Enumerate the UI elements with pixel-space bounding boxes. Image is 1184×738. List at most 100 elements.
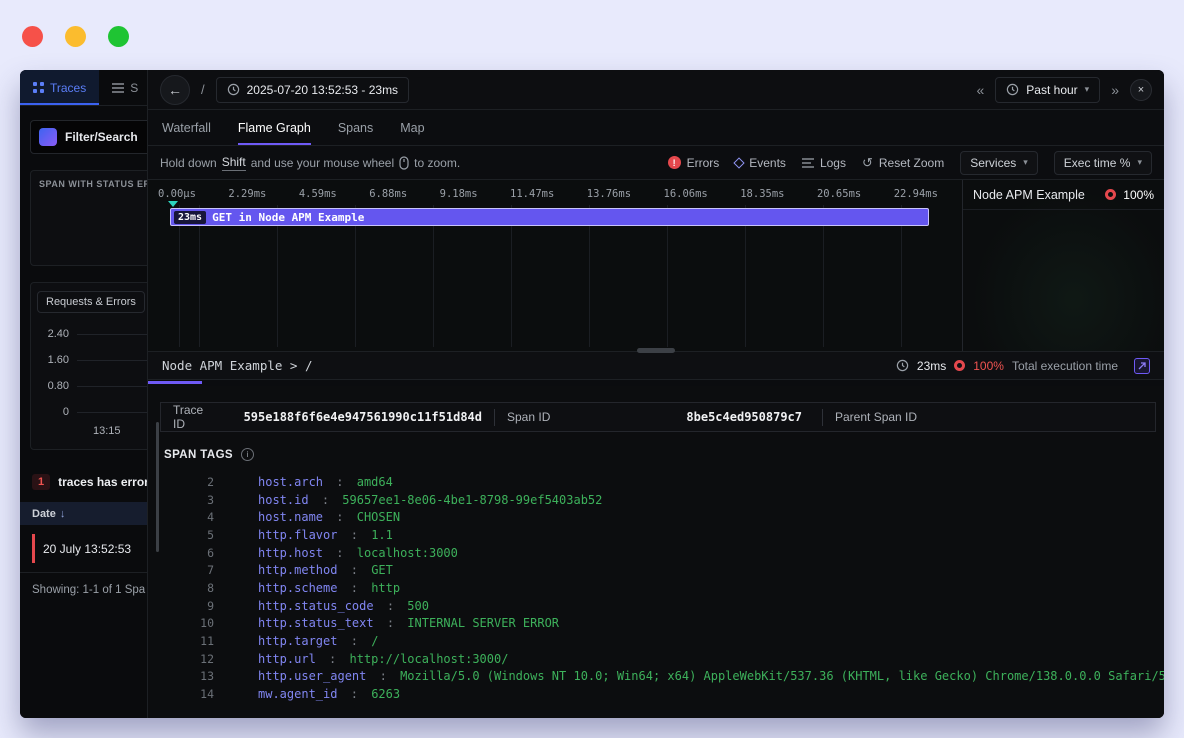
close-trace-button[interactable]: × [1130,79,1152,101]
sidebar-tab-traces[interactable]: Traces [20,70,99,105]
tag-row[interactable]: 7 http.method : GET [148,561,1164,579]
tag-row[interactable]: 3 host.id : 59657ee1-8e06-4be1-8798-99ef… [148,491,1164,509]
date-header-label: Date [32,508,56,520]
horizontal-scrollbar-thumb[interactable] [148,381,202,384]
tag-key-value: http.status_text : INTERNAL SERVER ERROR [258,616,559,630]
sidebar-tab-saved-views[interactable]: S [99,70,148,105]
trace-list-item[interactable]: 20 July 13:52:53 [32,534,147,563]
tag-separator: : [336,510,343,524]
requests-errors-panel: Requests & Errors 2.40 1.60 0.80 [30,282,148,450]
sidebar-tabs: Traces S [20,70,147,106]
filter-search-label: Filter/Search [65,130,138,144]
tag-key-value: host.arch : amd64 [258,475,393,489]
ids-row: Trace ID 595e188f6f6e4e947561990c11f51d8… [160,402,1156,432]
tag-row[interactable]: 14 mw.agent_id : 6263 [148,685,1164,703]
reset-zoom-button[interactable]: ↺ Reset Zoom [862,155,944,171]
clock-icon [227,83,240,96]
tab-spans[interactable]: Spans [338,110,373,145]
span-details-bar: Node APM Example > / 23ms 100% Total exe… [148,352,1164,380]
tab-label: Waterfall [162,121,211,135]
vertical-scrollbar-thumb[interactable] [156,422,159,552]
view-tabs: Waterfall Flame Graph Spans Map [148,110,1164,146]
logs-icon [802,158,814,168]
prev-range-button[interactable]: « [977,82,985,98]
line-number: 13 [148,669,214,683]
tab-waterfall[interactable]: Waterfall [162,110,211,145]
tag-row[interactable]: 10 http.status_text : INTERNAL SERVER ER… [148,615,1164,633]
sidebar: Traces S Filter/Search SPAN WITH STATUS … [20,70,148,718]
tab-label: Spans [338,121,373,135]
events-icon [734,157,745,168]
resize-handle[interactable] [637,348,675,353]
zoom-hint: Hold down Shift and use your mouse wheel… [160,155,460,171]
filter-search-input[interactable]: Filter/Search [30,120,148,154]
error-summary: 1 traces has error c [32,474,147,490]
tag-separator: : [351,687,358,701]
tag-row[interactable]: 4 host.name : CHOSEN [148,508,1164,526]
line-number: 9 [148,599,214,613]
line-number: 12 [148,652,214,666]
tag-value: http://localhost:3000/ [350,652,509,666]
tag-row[interactable]: 5 http.flavor : 1.1 [148,526,1164,544]
tag-separator: : [387,599,394,613]
tag-row[interactable]: 13 http.user_agent : Mozilla/5.0 (Window… [148,668,1164,686]
tag-row[interactable]: 11 http.target : / [148,632,1164,650]
errors-toggle[interactable]: ! Errors [668,156,720,170]
flame-graph-canvas[interactable]: 0.00μs2.29ms4.59ms6.88ms9.18ms11.47ms13.… [148,180,962,351]
span-drag-handle[interactable] [168,201,178,207]
tag-key: http.url [258,652,316,666]
requests-errors-chart: 2.40 1.60 0.80 0 [37,321,148,425]
trace-id-section: Trace ID 595e188f6f6e4e947561990c11f51d8… [161,403,494,431]
tag-value: 1.1 [371,528,393,542]
tag-separator: : [329,652,336,666]
tag-key-value: host.name : CHOSEN [258,510,400,524]
minimize-window-button[interactable] [65,26,86,47]
mouse-icon [399,156,409,170]
close-window-button[interactable] [22,26,43,47]
tag-row[interactable]: 8 http.scheme : http [148,579,1164,597]
tag-row[interactable]: 6 http.host : localhost:3000 [148,544,1164,562]
trace-id-value: 595e188f6f6e4e947561990c11f51d84d [244,410,482,424]
time-range-dropdown[interactable]: Past hour ▾ [995,77,1100,103]
tag-separator: : [380,669,387,683]
events-toggle[interactable]: Events [735,156,786,170]
tag-key: http.flavor [258,528,337,542]
logs-toggle[interactable]: Logs [802,156,846,170]
flame-span-bar[interactable]: 23ms GET in Node APM Example [170,208,929,226]
date-column-header[interactable]: Date ↓ [20,502,147,525]
tag-row[interactable]: 2 host.arch : amd64 [148,473,1164,491]
tag-value: 500 [407,599,429,613]
shift-key-label: Shift [222,155,246,171]
span-tags-list: 2 host.arch : amd64 3 host.id : 59 [148,473,1164,703]
tag-separator: : [336,475,343,489]
events-label: Events [749,156,786,170]
maximize-window-button[interactable] [108,26,129,47]
tab-label: Flame Graph [238,121,311,135]
expand-details-icon[interactable] [1134,358,1150,374]
chevron-down-icon: ▾ [1137,157,1142,168]
info-icon[interactable]: i [241,448,254,461]
next-range-button[interactable]: » [1111,82,1119,98]
tag-separator: : [336,546,343,560]
tag-key-value: http.status_code : 500 [258,599,429,613]
exec-time-dropdown[interactable]: Exec time % ▾ [1054,151,1152,175]
parent-span-id-label: Parent Span ID [835,410,917,424]
tag-key-value: http.scheme : http [258,581,400,595]
chevron-down-icon: ▾ [1023,157,1028,168]
trace-timestamp-chip[interactable]: 2025-07-20 13:52:53 - 23ms [216,77,409,103]
back-button[interactable]: ← [160,75,190,105]
tag-key-value: http.target : / [258,634,378,648]
divider [20,572,147,573]
line-number: 8 [148,581,214,595]
tag-key: http.target [258,634,337,648]
y-axis-tick: 0.80 [37,380,77,392]
tag-row[interactable]: 12 http.url : http://localhost:3000/ [148,650,1164,668]
filter-icon [39,128,57,146]
y-axis-tick: 2.40 [37,328,77,340]
tab-map[interactable]: Map [400,110,424,145]
tab-flame-graph[interactable]: Flame Graph [238,110,311,145]
tag-row[interactable]: 9 http.status_code : 500 [148,597,1164,615]
service-row[interactable]: Node APM Example 100% [963,180,1164,210]
services-dropdown[interactable]: Services ▾ [960,151,1038,175]
pagination-summary: Showing: 1-1 of 1 Spa [32,584,147,596]
